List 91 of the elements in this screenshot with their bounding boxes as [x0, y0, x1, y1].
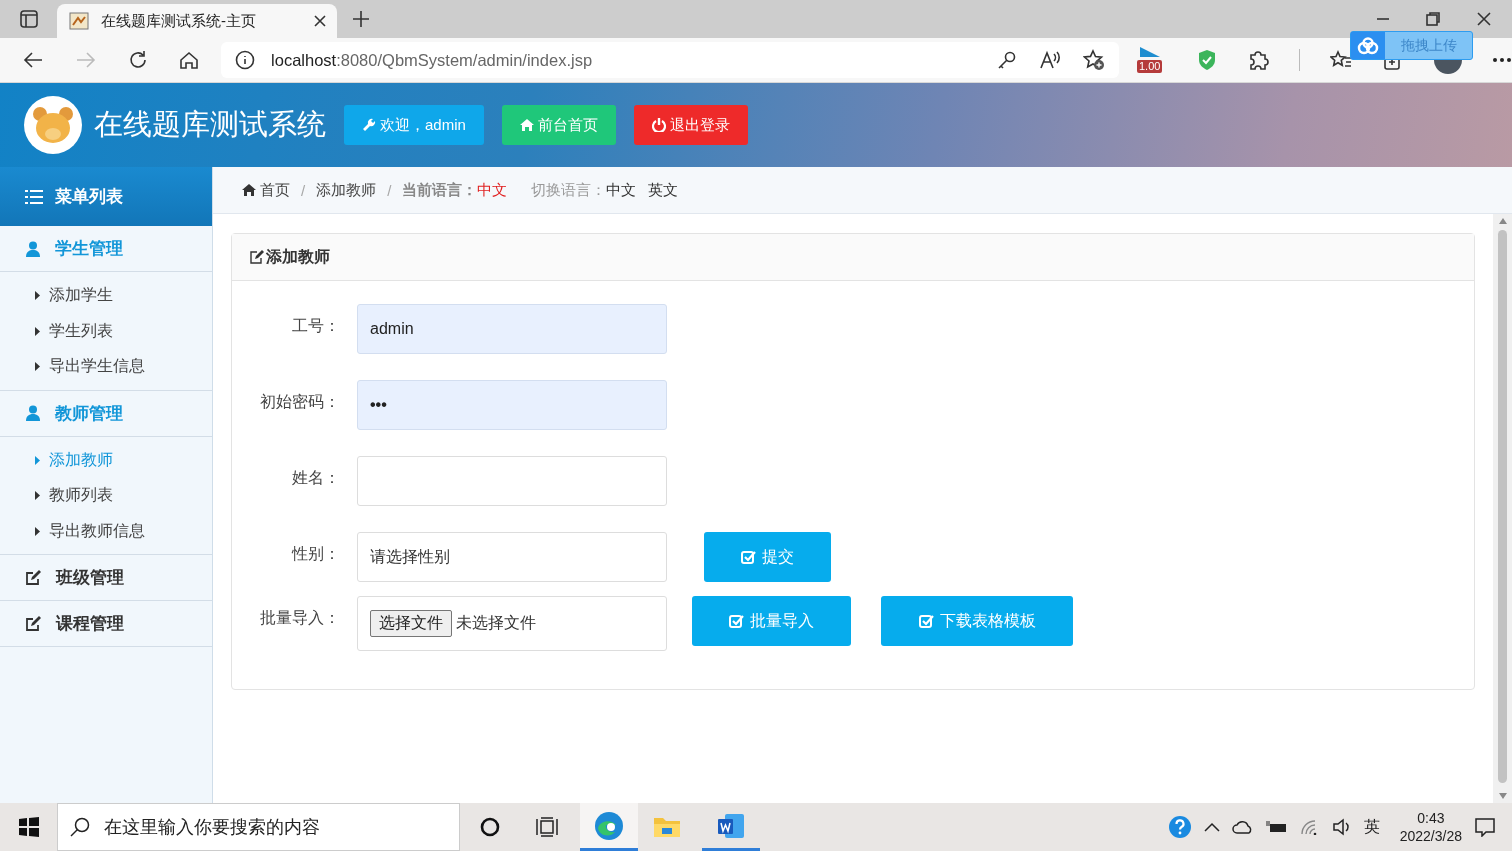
caret-icon	[35, 455, 40, 465]
field-label: 工号：	[291, 316, 340, 336]
home-icon	[242, 184, 256, 196]
caret-icon	[35, 491, 40, 501]
field-label: 批量导入：	[259, 608, 340, 628]
read-aloud-icon[interactable]	[1039, 50, 1061, 70]
address-bar[interactable]: localhost:8080/QbmSystem/admin/index.jsp	[221, 42, 1119, 78]
search-icon	[70, 817, 90, 837]
field-label: 初始密码：	[259, 392, 340, 412]
checkbox-icon	[729, 614, 744, 628]
menu-group[interactable]: 课程管理	[0, 601, 212, 647]
more-icon[interactable]	[1492, 57, 1512, 63]
close-icon[interactable]	[313, 14, 327, 28]
language-link[interactable]: 英文	[648, 180, 679, 200]
battery-icon[interactable]	[1265, 820, 1288, 834]
help-icon[interactable]	[1167, 815, 1192, 839]
wrench-icon	[362, 118, 376, 132]
url-text: localhost:8080/QbmSystem/admin/index.jsp	[271, 50, 594, 70]
caret-icon	[35, 526, 40, 536]
cloud-icon[interactable]	[1231, 820, 1254, 834]
language-link[interactable]: 中文	[606, 180, 637, 200]
menu-item[interactable]: 添加学生	[0, 278, 212, 314]
menu-item[interactable]: 导出学生信息	[0, 349, 212, 385]
edit-icon	[250, 250, 265, 264]
switch-language-label: 切换语言：	[531, 180, 607, 200]
file-status: 未选择文件	[456, 613, 536, 633]
edit-icon	[25, 569, 42, 586]
menu-item[interactable]: 教师列表	[0, 478, 212, 514]
home-icon[interactable]	[179, 50, 199, 70]
breadcrumb-link[interactable]: 添加教师	[316, 180, 377, 200]
scroll-down-icon[interactable]	[1498, 793, 1507, 799]
choose-file-button[interactable]: 选择文件	[370, 610, 452, 637]
input-field[interactable]: admin	[357, 304, 667, 354]
user-icon	[25, 240, 41, 257]
restore-icon[interactable]	[1426, 12, 1440, 26]
breadcrumb-separator: /	[301, 181, 306, 199]
sidebar-toggle-icon[interactable]	[19, 10, 38, 28]
input-field[interactable]	[357, 456, 667, 506]
puzzle-icon[interactable]	[1247, 49, 1269, 71]
clock[interactable]: 0:43 2022/3/28	[1399, 809, 1462, 845]
forward-icon	[75, 50, 97, 70]
logout-button[interactable]: 退出登录	[633, 105, 748, 145]
refresh-icon[interactable]	[128, 50, 148, 70]
new-tab-icon[interactable]	[351, 9, 371, 29]
back-icon[interactable]	[22, 50, 44, 70]
home-icon	[519, 119, 534, 131]
info-icon[interactable]	[235, 50, 256, 70]
select-field[interactable]: 请选择性别	[357, 532, 667, 582]
key-icon[interactable]	[997, 50, 1017, 70]
current-language: 中文	[477, 180, 508, 200]
caret-icon	[35, 326, 40, 336]
chevron-up-icon[interactable]	[1203, 822, 1220, 832]
tab-title: 在线题库测试系统-主页	[101, 11, 257, 31]
windows-icon[interactable]	[18, 817, 39, 837]
app-title: 在线题库测试系统	[94, 107, 326, 142]
menu-item[interactable]: 导出教师信息	[0, 513, 212, 549]
field-label: 性别：	[290, 544, 340, 564]
breadcrumb-separator: /	[387, 181, 392, 199]
menu-title: 菜单列表	[55, 186, 123, 208]
notification-icon[interactable]	[1474, 817, 1496, 837]
search-field[interactable]: 在这里输入你要搜索的内容	[57, 803, 460, 851]
favicon-icon	[69, 12, 89, 30]
checkbox-icon	[741, 550, 756, 564]
task-view-icon[interactable]	[536, 817, 558, 837]
favorite-add-icon[interactable]	[1083, 49, 1105, 71]
caret-icon	[35, 291, 40, 301]
list-icon	[25, 189, 43, 204]
user-icon	[25, 405, 41, 421]
close-icon[interactable]	[1476, 11, 1492, 27]
input-method-indicator[interactable]: 英	[1363, 816, 1380, 838]
panel-title: 添加教师	[266, 246, 330, 267]
field-label: 姓名：	[291, 468, 340, 488]
cloud-icon	[1357, 36, 1379, 55]
power-icon	[651, 118, 666, 132]
caret-icon	[35, 362, 40, 372]
menu-item[interactable]: 学生列表	[0, 313, 212, 349]
browser-tab[interactable]: 在线题库测试系统-主页	[57, 4, 337, 38]
edit-icon	[25, 615, 42, 632]
word-icon[interactable]	[717, 812, 745, 839]
edge-icon[interactable]	[594, 810, 624, 841]
checkbox-icon	[918, 614, 934, 628]
current-language-label: 当前语言：	[402, 180, 478, 200]
cortana-icon[interactable]	[480, 817, 500, 837]
breadcrumb-link[interactable]: 首页	[242, 180, 290, 200]
password-field[interactable]: •••	[357, 380, 667, 430]
scroll-up-icon[interactable]	[1498, 218, 1507, 224]
favorites-icon[interactable]	[1330, 50, 1352, 70]
scrollbar[interactable]	[1493, 214, 1512, 803]
shield-icon[interactable]	[1197, 49, 1217, 71]
speaker-icon[interactable]	[1331, 818, 1352, 836]
menu-group[interactable]: 班级管理	[0, 555, 212, 601]
